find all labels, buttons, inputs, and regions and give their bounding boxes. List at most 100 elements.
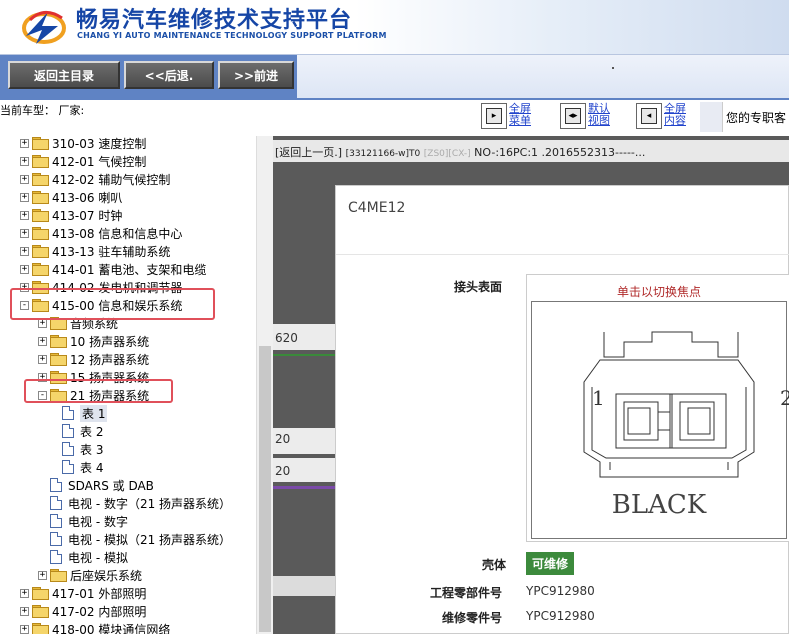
tree-doc-item[interactable]: 表 1	[62, 404, 108, 422]
tree-folder-item[interactable]: +412-01 气候控制	[20, 152, 146, 170]
tree-doc-item[interactable]: 表 2	[62, 422, 103, 440]
tree-folder-item[interactable]: +412-02 辅助气候控制	[20, 170, 170, 188]
tree-item-label[interactable]: SDARS 或 DAB	[68, 477, 154, 494]
tree-doc-item[interactable]: 电视 - 模拟（21 扬声器系统）	[50, 530, 231, 548]
tree-item-label[interactable]: 412-01 气候控制	[52, 153, 146, 170]
tree-folder-item[interactable]: +418-00 模块通信网络	[20, 620, 170, 634]
expand-icon[interactable]: +	[20, 624, 29, 634]
tree-folder-item[interactable]: +413-13 驻车辅助系统	[20, 242, 170, 260]
tree-folder-item[interactable]: +413-08 信息和信息中心	[20, 224, 182, 242]
fullscreen-menu-label[interactable]: 全屏菜单	[509, 103, 535, 127]
folder-icon	[50, 569, 67, 582]
tree-item-label[interactable]: 电视 - 模拟	[68, 549, 128, 566]
expand-icon[interactable]: +	[20, 264, 29, 274]
tree-folder-item[interactable]: +413-07 时钟	[20, 206, 122, 224]
back-page-link[interactable]: [返回上一页.]	[275, 146, 342, 159]
expand-icon[interactable]: +	[38, 354, 47, 364]
default-view-label[interactable]: 默认视图	[588, 103, 614, 127]
tree-item-label[interactable]: 413-07 时钟	[52, 207, 122, 224]
expand-icon[interactable]: +	[20, 192, 29, 202]
expand-icon[interactable]: +	[20, 228, 29, 238]
tree-folder-item[interactable]: +413-06 喇叭	[20, 188, 122, 206]
doc-code: [ZS0][CX-]	[423, 149, 471, 159]
expand-icon[interactable]: +	[20, 588, 29, 598]
pin-number-right: 2	[780, 386, 789, 410]
tree-folder-item[interactable]: +10 扬声器系统	[38, 332, 149, 350]
tree-item-label[interactable]: 413-13 驻车辅助系统	[52, 243, 170, 260]
tree-item-label[interactable]: 后座娱乐系统	[70, 567, 142, 584]
breadcrumb: [返回上一页.] [33121166-w]T0 [ZS0][CX-] NO-:1…	[275, 144, 645, 160]
tree-doc-item[interactable]: 电视 - 数字（21 扬声器系统）	[50, 494, 231, 512]
tree-item-label[interactable]: 413-06 喇叭	[52, 189, 122, 206]
fullscreen-content-icon[interactable]: ◂	[636, 103, 662, 129]
dialog-title: C4ME12	[348, 200, 406, 216]
tree-item-label[interactable]: 413-08 信息和信息中心	[52, 225, 182, 242]
tree-item-label[interactable]: 412-02 辅助气候控制	[52, 171, 170, 188]
tree-item-label[interactable]: 表 2	[80, 423, 103, 440]
forward-button[interactable]: >>前进	[218, 61, 294, 89]
tree-folder-item[interactable]: +414-01 蓄电池、支架和电缆	[20, 260, 206, 278]
doc-info: NO-:16PC:1 .2016552313-----...	[474, 146, 646, 159]
expand-icon[interactable]: +	[38, 336, 47, 346]
tree-item-label[interactable]: 电视 - 数字（21 扬声器系统）	[68, 495, 231, 512]
tree-doc-item[interactable]: 表 3	[62, 440, 103, 458]
tree-scrollbar[interactable]	[256, 136, 273, 634]
expand-icon[interactable]: +	[38, 570, 47, 580]
folder-icon	[32, 227, 49, 240]
tree-item-label[interactable]: 表 1	[80, 404, 108, 422]
tree-item-label[interactable]: 417-02 内部照明	[52, 603, 146, 620]
default-view-button[interactable]: ◂▸ 默认视图	[560, 103, 614, 129]
tree-folder-item[interactable]: +310-03 速度控制	[20, 136, 146, 152]
fullscreen-menu-button[interactable]: ▸ 全屏菜单	[481, 103, 535, 129]
folder-icon	[32, 263, 49, 276]
tree-item-label[interactable]: 12 扬声器系统	[70, 351, 149, 368]
document-icon	[50, 514, 62, 528]
platform-subtitle: CHANG YI AUTO MAINTENANCE TECHNOLOGY SUP…	[77, 31, 387, 40]
folder-icon	[32, 623, 49, 634]
fullscreen-content-label[interactable]: 全屏内容	[664, 103, 690, 127]
tree-folder-item[interactable]: + 后座娱乐系统	[38, 566, 142, 584]
tree-item-label[interactable]: 电视 - 数字	[68, 513, 128, 530]
fullscreen-menu-icon[interactable]: ▸	[481, 103, 507, 129]
back-button[interactable]: <<后退.	[124, 61, 214, 89]
tree-item-label[interactable]: 表 3	[80, 441, 103, 458]
expand-icon[interactable]: +	[20, 246, 29, 256]
tree-folder-item[interactable]: +12 扬声器系统	[38, 350, 149, 368]
tree-doc-item[interactable]: 电视 - 模拟	[50, 548, 128, 566]
tree-item-label[interactable]: 表 4	[80, 459, 103, 476]
tree-item-label[interactable]: 417-01 外部照明	[52, 585, 146, 602]
tree-doc-item[interactable]: SDARS 或 DAB	[50, 476, 154, 494]
connector-dialog: C4ME12 接头表面 单击以切换焦点 1 2 BLACK 壳体 可维修 工程零…	[335, 185, 789, 634]
diagram-hint: 单击以切换焦点	[616, 285, 701, 299]
expand-icon[interactable]: +	[20, 138, 29, 148]
expand-icon[interactable]: +	[20, 174, 29, 184]
fullscreen-content-button[interactable]: ◂ 全屏内容	[636, 103, 690, 129]
default-view-icon[interactable]: ◂▸	[560, 103, 586, 129]
navigation-tree: +310-03 速度控制 +412-01 气候控制 +412-02 辅助气候控制 +4…	[0, 136, 256, 634]
folder-icon	[32, 137, 49, 150]
tree-folder-item[interactable]: +417-02 内部照明	[20, 602, 146, 620]
band-line	[273, 354, 343, 356]
tree-doc-item[interactable]: 电视 - 数字	[50, 512, 128, 530]
document-icon	[62, 424, 74, 438]
tree-item-label[interactable]: 414-01 蓄电池、支架和电缆	[52, 261, 206, 278]
content-band	[273, 576, 343, 596]
connector-diagram-panel[interactable]: 单击以切换焦点 1 2 BLACK	[526, 274, 789, 542]
tree-doc-item[interactable]: 表 4	[62, 458, 103, 476]
tree-item-label[interactable]: 418-00 模块通信网络	[52, 621, 170, 634]
connector-diagram[interactable]: 1 2 BLACK	[531, 301, 789, 539]
tree-item-label[interactable]: 10 扬声器系统	[70, 333, 149, 350]
tree-scrollbar-thumb[interactable]	[259, 346, 271, 632]
home-button[interactable]: 返回主目录	[8, 61, 120, 89]
connector-color: BLACK	[611, 490, 707, 520]
folder-icon	[32, 209, 49, 222]
doc-id: [33121166-w]T0	[345, 149, 421, 159]
expand-icon[interactable]: +	[20, 606, 29, 616]
expand-icon[interactable]: +	[20, 156, 29, 166]
tree-item-label[interactable]: 310-03 速度控制	[52, 136, 146, 152]
document-icon	[50, 496, 62, 510]
tree-folder-item[interactable]: +417-01 外部照明	[20, 584, 146, 602]
folder-icon	[32, 245, 49, 258]
tree-item-label[interactable]: 电视 - 模拟（21 扬声器系统）	[68, 531, 231, 548]
expand-icon[interactable]: +	[20, 210, 29, 220]
